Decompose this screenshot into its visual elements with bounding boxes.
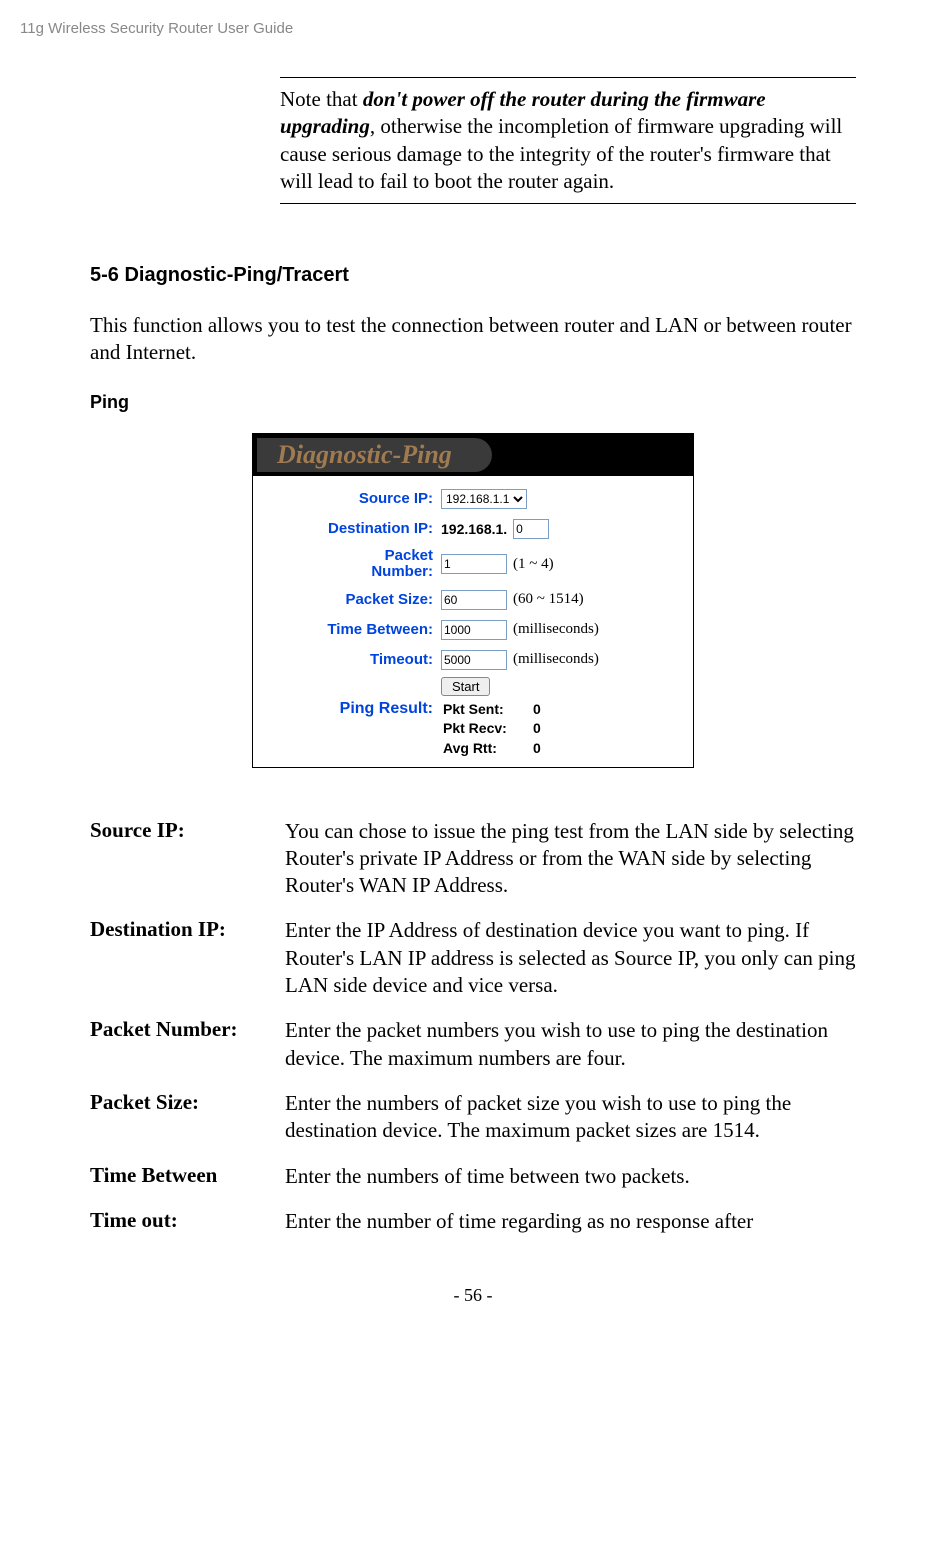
intro-text: This function allows you to test the con…: [90, 312, 856, 367]
pkt-sent-val: 0: [533, 700, 541, 720]
timeout-input[interactable]: [441, 650, 507, 670]
destination-ip-label: Destination IP:: [263, 521, 441, 538]
def-desc: Enter the packet numbers you wish to use…: [285, 1017, 856, 1072]
note-prefix: Note that: [280, 87, 363, 111]
destination-ip-prefix: 192.168.1.: [441, 521, 507, 537]
packet-number-hint: (1 ~ 4): [513, 556, 554, 573]
def-desc: Enter the IP Address of destination devi…: [285, 917, 856, 999]
screenshot-title: Diagnostic-Ping: [257, 438, 492, 472]
pkt-recv-val: 0: [533, 719, 541, 739]
destination-ip-input[interactable]: [513, 519, 549, 539]
def-desc: You can chose to issue the ping test fro…: [285, 818, 856, 900]
def-desc: Enter the numbers of time between two pa…: [285, 1163, 856, 1190]
source-ip-select[interactable]: 192.168.1.1: [441, 489, 527, 509]
def-term: Source IP:: [90, 818, 285, 900]
timeout-label: Timeout:: [263, 652, 441, 669]
start-button[interactable]: Start: [441, 677, 490, 696]
section-heading: 5-6 Diagnostic-Ping/Tracert: [90, 264, 856, 287]
def-term: Packet Number:: [90, 1017, 285, 1072]
def-term: Time out:: [90, 1208, 285, 1235]
time-between-label: Time Between:: [263, 622, 441, 639]
def-row: Packet Size: Enter the numbers of packet…: [90, 1090, 856, 1145]
avg-rtt-val: 0: [533, 739, 541, 759]
diagnostic-ping-screenshot: Diagnostic-Ping Source IP: 192.168.1.1 D…: [252, 433, 694, 768]
def-row: Time out: Enter the number of time regar…: [90, 1208, 856, 1235]
time-between-hint: (milliseconds): [513, 621, 599, 638]
note-box: Note that don't power off the router dur…: [280, 77, 856, 204]
page-number: - 56 -: [90, 1285, 856, 1306]
ping-result-label: Ping Result:: [263, 700, 443, 759]
def-desc: Enter the numbers of packet size you wis…: [285, 1090, 856, 1145]
packet-size-input[interactable]: [441, 590, 507, 610]
page-header: 11g Wireless Security Router User Guide: [20, 20, 856, 37]
def-term: Time Between: [90, 1163, 285, 1190]
def-row: Time Between Enter the numbers of time b…: [90, 1163, 856, 1190]
def-term: Destination IP:: [90, 917, 285, 999]
definitions-list: Source IP: You can chose to issue the pi…: [90, 818, 856, 1236]
packet-size-label: Packet Size:: [263, 592, 441, 609]
def-desc: Enter the number of time regarding as no…: [285, 1208, 856, 1235]
pkt-recv-key: Pkt Recv:: [443, 719, 533, 739]
packet-size-hint: (60 ~ 1514): [513, 591, 584, 608]
pkt-sent-key: Pkt Sent:: [443, 700, 533, 720]
timeout-hint: (milliseconds): [513, 651, 599, 668]
def-row: Packet Number: Enter the packet numbers …: [90, 1017, 856, 1072]
def-row: Destination IP: Enter the IP Address of …: [90, 917, 856, 999]
screenshot-titlebar: Diagnostic-Ping: [253, 434, 693, 476]
source-ip-label: Source IP:: [263, 491, 441, 508]
time-between-input[interactable]: [441, 620, 507, 640]
packet-number-input[interactable]: [441, 554, 507, 574]
def-row: Source IP: You can chose to issue the pi…: [90, 818, 856, 900]
sub-heading-ping: Ping: [90, 392, 856, 413]
def-term: Packet Size:: [90, 1090, 285, 1145]
packet-number-label: PacketNumber:: [263, 546, 441, 583]
avg-rtt-key: Avg Rtt:: [443, 739, 533, 759]
ping-result-values: Pkt Sent: 0 Pkt Recv: 0 Avg Rtt: 0: [443, 700, 541, 759]
